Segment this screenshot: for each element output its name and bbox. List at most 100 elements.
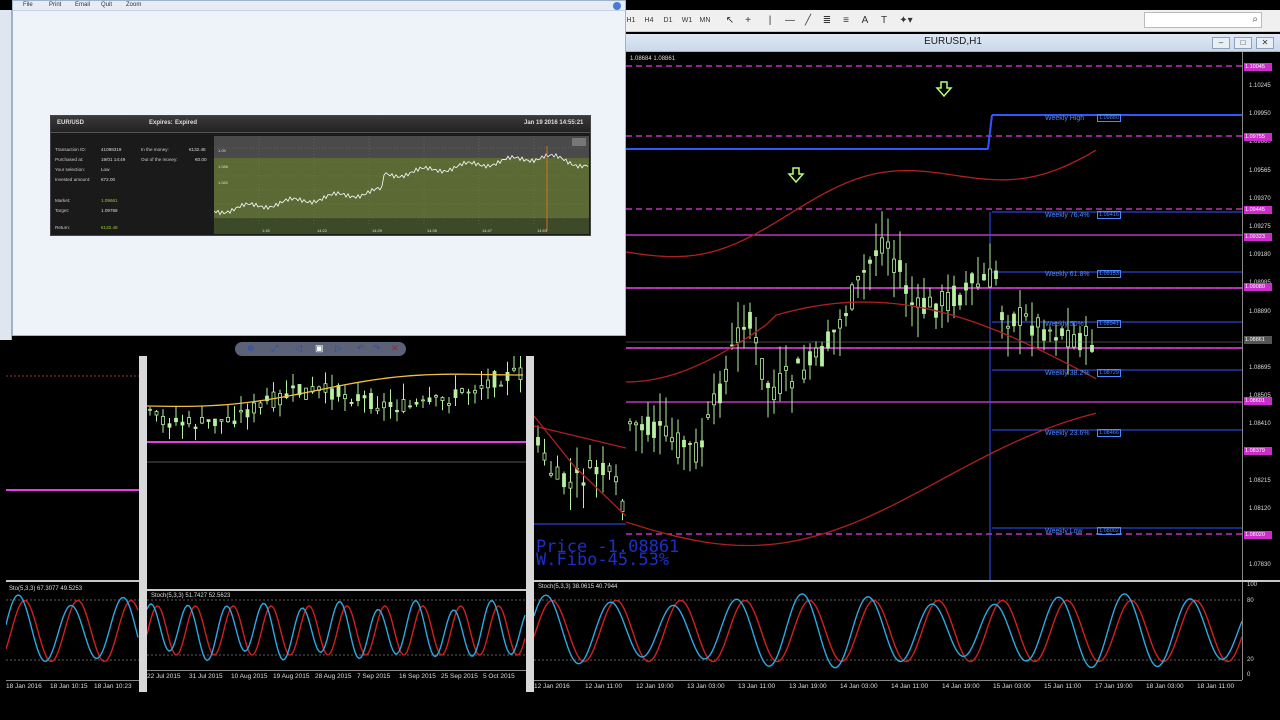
text-icon[interactable]: A <box>857 13 873 28</box>
window-border-left[interactable] <box>139 356 147 692</box>
screen-icon[interactable]: ▣ <box>315 343 324 354</box>
main-chart[interactable] <box>626 52 1280 582</box>
main-candle <box>928 296 932 308</box>
fibo-level-label: Weekly Low <box>1045 528 1083 535</box>
stoch-level-0: 0 <box>1247 672 1251 678</box>
main-candle <box>760 358 764 380</box>
price-axis-label: 1.08120 <box>1249 506 1271 512</box>
time-axis-label: 13 Jan 11:00 <box>738 683 776 690</box>
maximize-button[interactable]: □ <box>1234 37 1252 49</box>
chart-x-label: 1:45 <box>262 228 271 233</box>
zoom-icon[interactable]: ⊕ <box>247 343 255 354</box>
return-value: €132.48 <box>101 225 118 230</box>
time-axis-label: 16 Sep 2015 <box>399 673 436 680</box>
main-candle <box>946 292 950 311</box>
time-axis-label: 15 Jan 03:00 <box>993 683 1031 690</box>
close-button[interactable]: ✕ <box>1256 37 1274 49</box>
bollinger-upper <box>626 149 1097 258</box>
timeframe-h4[interactable]: H4 <box>642 13 656 28</box>
mid-candle <box>518 367 523 380</box>
mid-candle <box>343 394 347 400</box>
main-candle <box>1090 345 1094 352</box>
main-ext-candle <box>555 466 560 480</box>
timeframe-mn[interactable]: MN <box>698 13 712 28</box>
trade-receipt: EUR/USD Expires: Expired Jan 19 2016 14:… <box>50 115 591 236</box>
undo-icon[interactable]: ↶ <box>357 343 365 354</box>
trendline-icon[interactable]: ╱ <box>800 13 816 28</box>
moving-average-line <box>147 373 524 408</box>
price-axis-label: 1.09565 <box>1249 167 1271 174</box>
middle-time-axis[interactable]: 22 Jul 2015 31 Jul 2015 10 Aug 2015 19 Aug … <box>147 670 526 684</box>
bollinger-lower <box>534 415 626 517</box>
main-candle <box>802 369 806 380</box>
zoom-toolbar[interactable]: ⊕ ⤢ ◁ ▣ ▷ ↶ ↷ ✕ <box>235 342 406 356</box>
vline-icon[interactable]: | <box>762 13 778 28</box>
left-time-axis[interactable]: 18 Jan 2016 18 Jan 10:15 18 Jan 10:23 <box>6 680 139 692</box>
main-candle <box>1054 337 1058 341</box>
fibo-level-value: 1.08002 <box>1097 527 1121 535</box>
fibo-icon[interactable]: ≡ <box>838 13 854 28</box>
trade-receipt-window[interactable]: File Print Email Quit Zoom EUR/USD Expir… <box>12 0 626 336</box>
row-value: 41098319 <box>101 147 122 152</box>
main-candle <box>844 312 848 317</box>
middle-stochastic-panel[interactable] <box>147 591 526 670</box>
main-candle <box>724 368 728 382</box>
forward-icon[interactable]: ▷ <box>335 343 342 354</box>
chart-x-label: 14:22 <box>317 228 328 233</box>
crosshair-icon[interactable]: + <box>740 13 756 28</box>
price-tag: 1.09080 <box>1244 283 1272 291</box>
menu-email[interactable]: Email <box>75 2 90 8</box>
menu-file[interactable]: File <box>23 2 33 8</box>
close-icon[interactable]: ✕ <box>391 343 399 354</box>
browser-close-icon[interactable] <box>613 2 621 10</box>
mid-candle <box>330 388 334 400</box>
price-axis[interactable]: 1.10245 1.09950 1.09660 1.09565 1.09370 1.092… <box>1242 52 1280 582</box>
menu-print[interactable]: Print <box>49 2 61 8</box>
main-stochastic-chart <box>534 593 1242 669</box>
main-candle <box>658 421 662 426</box>
main-candle <box>886 241 890 249</box>
main-price-chart[interactable] <box>626 52 1280 582</box>
main-time-axis[interactable]: 12 Jan 2016 12 Jan 11:00 12 Jan 19:00 13 Ja… <box>534 680 1242 692</box>
search-input[interactable]: ⌕ <box>1144 12 1262 28</box>
shapes-icon[interactable]: ✦▾ <box>896 13 916 28</box>
window-border-right[interactable] <box>526 356 534 692</box>
left-stochastic-panel[interactable] <box>6 582 139 680</box>
time-axis-label: 12 Jan 11:00 <box>585 683 623 690</box>
left-chart[interactable] <box>6 336 139 580</box>
time-axis-label: 25 Sep 2015 <box>441 673 478 680</box>
price-tag: 1.10045 <box>1244 63 1272 71</box>
terminal-toolbar: H1 H4 D1 W1 MN ↖ + | — ╱ ≣ ≡ A T ✦▾ ⌕ <box>626 10 1280 32</box>
hline-icon[interactable]: — <box>782 13 798 28</box>
main-stochastic-panel[interactable] <box>534 582 1242 680</box>
price-tag: 1.08020 <box>1244 531 1272 539</box>
redo-icon[interactable]: ↷ <box>373 343 381 354</box>
main-candle <box>1036 317 1040 328</box>
resize-icon[interactable]: ⤢ <box>271 343 278 354</box>
fibo-level-label: Weekly 61.8% <box>1045 271 1090 278</box>
timeframe-h1[interactable]: H1 <box>626 13 636 28</box>
back-icon[interactable]: ◁ <box>295 343 302 354</box>
target-value: 1.09768 <box>101 208 118 213</box>
cursor-icon[interactable]: ↖ <box>722 13 738 28</box>
left-stochastic-chart <box>6 594 139 663</box>
menu-zoom[interactable]: Zoom <box>126 2 141 8</box>
main-candle <box>664 425 668 437</box>
expires-label: Expires: <box>149 120 173 126</box>
timeframe-d1[interactable]: D1 <box>661 13 675 28</box>
timeframe-w1[interactable]: W1 <box>680 13 694 28</box>
middle-stoch-label: Stoch(5,3,3) 51.7427 52.5623 <box>151 593 231 599</box>
label-icon[interactable]: T <box>876 13 892 28</box>
mid-candle <box>193 426 198 429</box>
time-axis-label: 18 Jan 10:15 <box>50 683 88 690</box>
mid-candle <box>486 379 490 389</box>
mid-candle <box>375 407 380 412</box>
main-candle <box>892 258 896 273</box>
minimize-button[interactable]: – <box>1212 37 1230 49</box>
search-icon[interactable]: ⌕ <box>1252 14 1258 25</box>
mid-candle <box>382 401 386 409</box>
channel-icon[interactable]: ≣ <box>819 13 835 28</box>
menu-quit[interactable]: Quit <box>101 2 112 8</box>
mid-candle <box>239 410 243 413</box>
middle-chart[interactable] <box>147 356 526 590</box>
